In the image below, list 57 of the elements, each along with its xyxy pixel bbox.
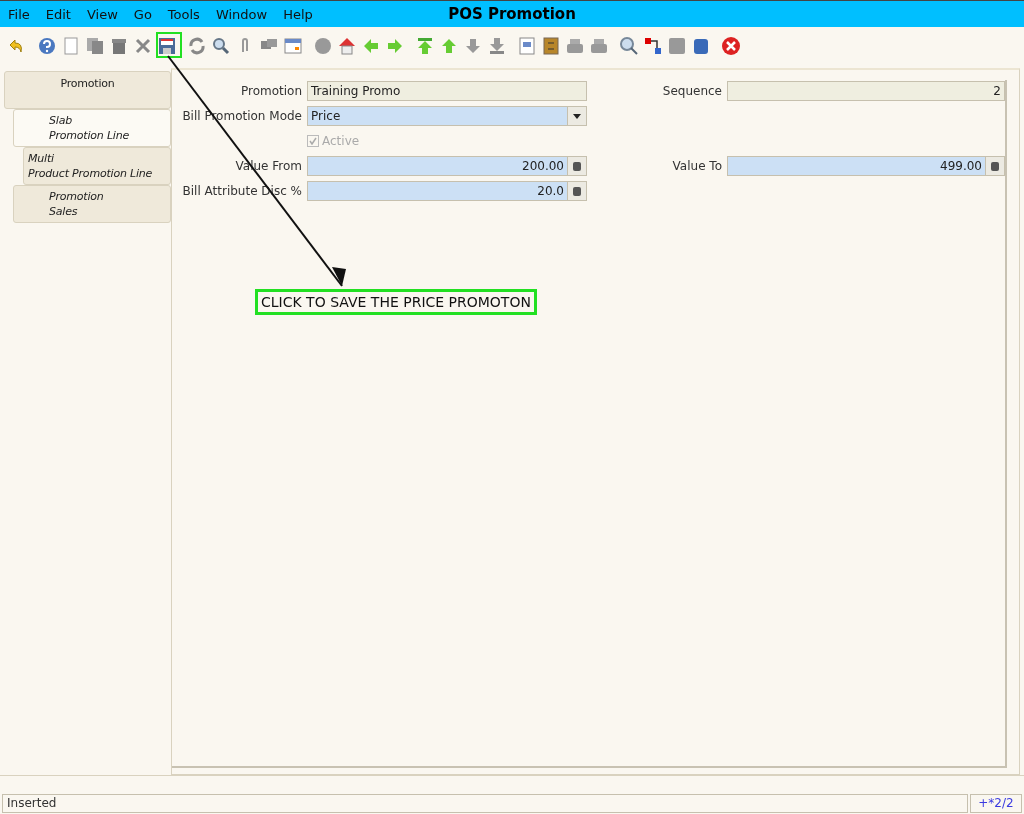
dropdown-field[interactable]: Price [307, 106, 587, 126]
input-field[interactable]: 2 [727, 81, 1005, 101]
trash-icon [110, 37, 128, 55]
menu-item[interactable]: Edit [37, 6, 79, 22]
input-field[interactable]: 499.00 [727, 156, 1005, 176]
caret-icon [573, 113, 581, 119]
paperclip-icon [239, 37, 251, 55]
bottom-arrow-icon [489, 37, 505, 55]
help-icon [38, 37, 56, 55]
down-arrow-icon [465, 38, 481, 54]
tab[interactable]: Slab Promotion Line [13, 109, 171, 147]
new-page-icon [63, 37, 79, 55]
printer-icon [566, 38, 584, 54]
menu-item[interactable]: Help [275, 6, 321, 22]
undo-arrow-icon [9, 38, 25, 54]
copy-icon [86, 37, 104, 55]
input-field[interactable]: 200.00 [307, 156, 587, 176]
menu-item[interactable]: Go [125, 6, 160, 22]
menu-item[interactable]: Window [207, 6, 276, 22]
calculator-icon [573, 186, 581, 196]
status-message: Inserted [2, 794, 968, 813]
field-label: Sequence [661, 84, 722, 98]
input-field[interactable]: Training Promo [307, 81, 587, 101]
annotation-callout: CLICK TO SAVE THE PRICE PROMOTON [255, 289, 537, 315]
field-label: Value To [671, 159, 722, 173]
input-field[interactable]: 20.0 [307, 181, 587, 201]
calculator-button[interactable] [567, 157, 586, 175]
menu-item[interactable]: View [78, 6, 126, 22]
workflow-icon[interactable] [644, 37, 662, 55]
printer-icon [590, 38, 608, 54]
document-icon[interactable] [519, 37, 535, 55]
calculator-icon [573, 161, 581, 171]
calculator-button[interactable] [567, 182, 586, 200]
dropdown-button[interactable] [567, 107, 586, 125]
tab[interactable]: Promotion Sales [13, 185, 171, 223]
window-title: POS Promotion [448, 5, 576, 23]
highlight-frame [156, 32, 182, 58]
zoom-icon[interactable] [620, 37, 638, 55]
search-icon[interactable] [212, 37, 230, 55]
top-arrow-icon[interactable] [417, 37, 433, 55]
record-count: +*2/2 [970, 794, 1022, 813]
save-icon[interactable] [158, 37, 176, 55]
tab[interactable]: Promotion [4, 71, 171, 109]
menu-item[interactable]: File [0, 6, 38, 22]
check-icon [309, 137, 317, 145]
refresh-icon [188, 37, 206, 55]
calendar-icon[interactable] [284, 38, 302, 54]
round-icon [314, 37, 332, 55]
cross-tools-icon [135, 38, 151, 54]
tab[interactable]: Multi Product Promotion Line [23, 147, 171, 185]
calculator-icon [991, 161, 999, 171]
calculator-button[interactable] [985, 157, 1004, 175]
field-label: Promotion [239, 84, 302, 98]
home-icon[interactable] [338, 37, 356, 55]
close-icon[interactable] [721, 36, 741, 56]
cabinet-icon[interactable] [543, 37, 559, 55]
menu-item[interactable]: Tools [159, 6, 208, 22]
